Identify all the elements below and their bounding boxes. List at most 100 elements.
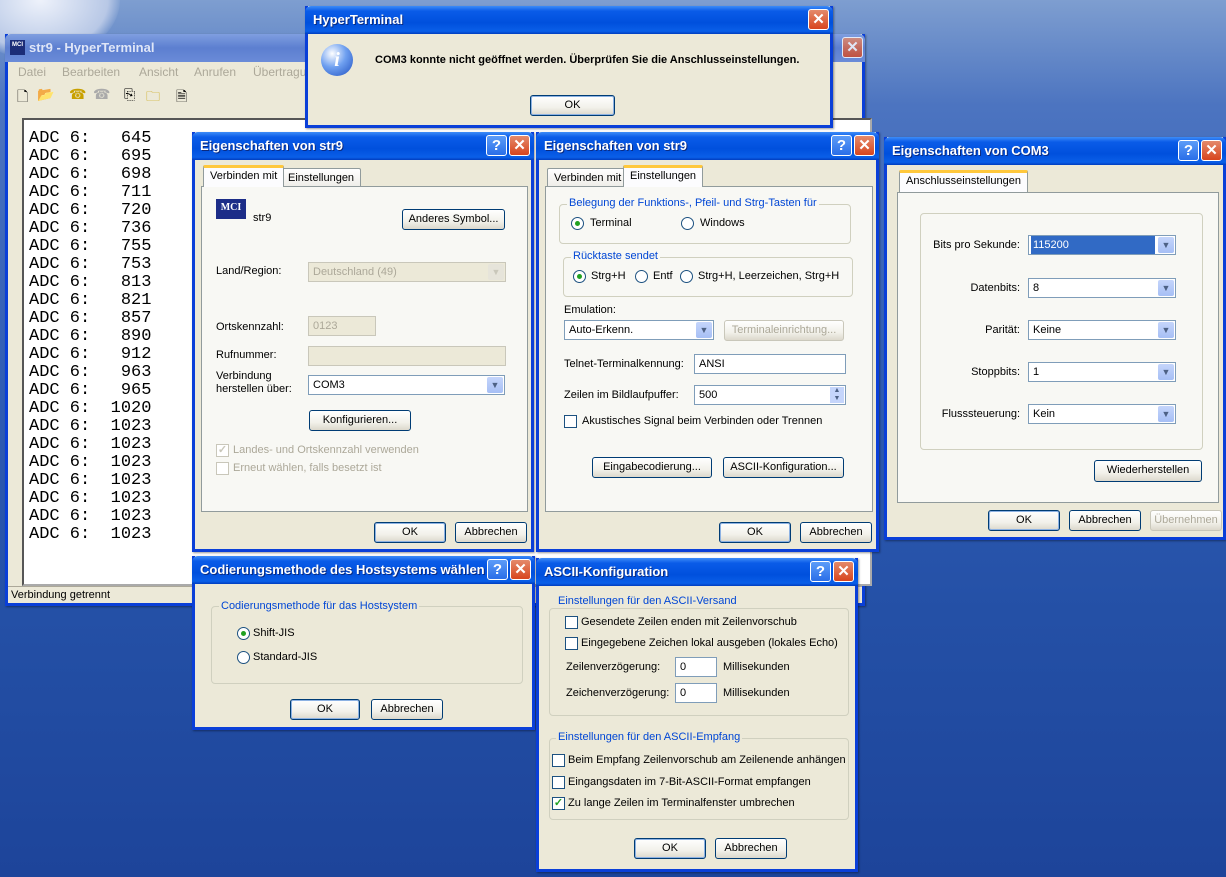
props2-title-bar[interactable]: Eigenschaften von str9? ✕ bbox=[536, 132, 879, 160]
menu-anrufen[interactable]: Anrufen bbox=[194, 65, 236, 79]
shift-jis-radio[interactable] bbox=[237, 627, 250, 640]
send-lf-checkbox[interactable] bbox=[565, 616, 578, 629]
cancel-button[interactable]: Abbrechen bbox=[1069, 510, 1141, 531]
input-encoding-button[interactable]: Eingabecodierung... bbox=[592, 457, 712, 478]
keys-windows-label: Windows bbox=[700, 217, 745, 229]
new-icon[interactable]: 🗋 bbox=[17, 86, 28, 110]
terminal-line: ADC 6: 698 bbox=[29, 165, 152, 184]
tab-verbinden-mit[interactable]: Verbinden mit bbox=[203, 165, 285, 187]
send-icon[interactable]: ⎘ bbox=[124, 86, 135, 103]
terminal-line: ADC 6: 1023 bbox=[29, 471, 152, 490]
wrap-lines-checkbox[interactable]: ✓ bbox=[552, 797, 565, 810]
error-title-bar[interactable]: HyperTerminal ✕ bbox=[305, 6, 833, 34]
ok-button[interactable]: OK bbox=[290, 699, 360, 720]
connect-icon[interactable]: ☎ bbox=[69, 86, 86, 103]
seven-bit-label: Eingangsdaten im 7-Bit-ASCII-Format empf… bbox=[568, 776, 811, 788]
properties-connect-dialog: Eigenschaften von str9? ✕ Verbinden mit E… bbox=[192, 132, 534, 552]
cancel-button[interactable]: Abbrechen bbox=[455, 522, 527, 543]
backspace-combo-label: Strg+H, Leerzeichen, Strg+H bbox=[698, 270, 840, 282]
cancel-button[interactable]: Abbrechen bbox=[800, 522, 872, 543]
keys-terminal-radio[interactable] bbox=[571, 217, 584, 230]
redial-checkbox[interactable] bbox=[216, 462, 229, 475]
restore-defaults-button[interactable]: Wiederherstellen bbox=[1094, 460, 1202, 482]
chevron-down-icon: ▼ bbox=[1158, 406, 1174, 422]
help-button[interactable]: ? bbox=[1178, 140, 1199, 161]
connection-icon: MCI bbox=[216, 199, 246, 219]
close-button[interactable]: ✕ bbox=[854, 135, 875, 156]
echo-checkbox[interactable] bbox=[565, 637, 578, 650]
backspace-combo-radio[interactable] bbox=[680, 270, 693, 283]
encoding-title-bar[interactable]: Codierungsmethode des Hostsystems wählen… bbox=[192, 556, 535, 584]
telnet-input[interactable]: ANSI bbox=[694, 354, 846, 374]
help-button[interactable]: ? bbox=[486, 135, 507, 156]
cancel-button[interactable]: Abbrechen bbox=[715, 838, 787, 859]
main-close-button[interactable]: ✕ bbox=[842, 37, 863, 58]
close-button[interactable]: ✕ bbox=[510, 559, 531, 580]
backspace-del-radio[interactable] bbox=[635, 270, 648, 283]
char-delay-input[interactable]: 0 bbox=[675, 683, 717, 703]
port-setting-select[interactable]: Kein ▼ bbox=[1028, 404, 1176, 424]
area-code-input[interactable]: 0123 bbox=[308, 316, 376, 336]
emulation-value: Auto-Erkenn. bbox=[569, 324, 634, 336]
keys-windows-radio[interactable] bbox=[681, 217, 694, 230]
disconnect-icon[interactable]: ☎ bbox=[93, 86, 110, 103]
apply-button[interactable]: Übernehmen bbox=[1150, 510, 1222, 531]
change-icon-button[interactable]: Anderes Symbol... bbox=[402, 209, 505, 230]
phone-label: Rufnummer: bbox=[216, 349, 277, 361]
menu-bearbeiten[interactable]: Bearbeiten bbox=[62, 65, 120, 79]
open-icon[interactable]: 📂 bbox=[37, 86, 54, 103]
recv-lf-checkbox[interactable] bbox=[552, 754, 565, 767]
buffer-spinner[interactable]: 500 ▲ ▼ bbox=[694, 385, 846, 405]
tab-port-settings[interactable]: Anschlusseinstellungen bbox=[899, 170, 1028, 192]
ascii-title-bar[interactable]: ASCII-Konfiguration? ✕ bbox=[536, 558, 858, 586]
terminal-line: ADC 6: 912 bbox=[29, 345, 152, 364]
emulation-select[interactable]: Auto-Erkenn. ▼ bbox=[564, 320, 714, 340]
props1-title-bar[interactable]: Eigenschaften von str9? ✕ bbox=[192, 132, 534, 160]
backspace-ctrlh-radio[interactable] bbox=[573, 270, 586, 283]
buffer-label: Zeilen im Bildlaufpuffer: bbox=[564, 389, 679, 401]
ok-button[interactable]: OK bbox=[988, 510, 1060, 531]
terminal-line: ADC 6: 1023 bbox=[29, 417, 152, 436]
cancel-button[interactable]: Abbrechen bbox=[371, 699, 443, 720]
area-code-label: Ortskennzahl: bbox=[216, 321, 284, 333]
close-button[interactable]: ✕ bbox=[808, 9, 829, 30]
phone-input[interactable] bbox=[308, 346, 506, 366]
info-icon: i bbox=[321, 44, 353, 76]
chevron-down-icon: ▼ bbox=[1158, 322, 1174, 338]
receive-icon[interactable]: 🗀 bbox=[146, 86, 160, 110]
beep-checkbox[interactable] bbox=[564, 415, 577, 428]
configure-button[interactable]: Konfigurieren... bbox=[309, 410, 411, 431]
terminal-setup-button[interactable]: Terminaleinrichtung... bbox=[724, 320, 844, 341]
backspace-del-label: Entf bbox=[653, 270, 673, 282]
ok-button[interactable]: OK bbox=[634, 838, 706, 859]
line-delay-label: Zeilenverzögerung: bbox=[566, 661, 661, 673]
close-button[interactable]: ✕ bbox=[1201, 140, 1222, 161]
seven-bit-checkbox[interactable] bbox=[552, 776, 565, 789]
ok-button[interactable]: OK bbox=[719, 522, 791, 543]
menu-ansicht[interactable]: Ansicht bbox=[139, 65, 178, 79]
standard-jis-radio[interactable] bbox=[237, 651, 250, 664]
connect-via-select[interactable]: COM3 ▼ bbox=[308, 375, 505, 395]
spinner-arrows-icon[interactable]: ▲ ▼ bbox=[830, 387, 844, 403]
port-setting-select[interactable]: 1 ▼ bbox=[1028, 362, 1176, 382]
ok-button[interactable]: OK bbox=[530, 95, 615, 116]
help-button[interactable]: ? bbox=[487, 559, 508, 580]
help-button[interactable]: ? bbox=[810, 561, 831, 582]
port-setting-select[interactable]: Keine ▼ bbox=[1028, 320, 1176, 340]
port-setting-select[interactable]: 115200 ▼ bbox=[1028, 235, 1176, 255]
port-setting-select[interactable]: 8 ▼ bbox=[1028, 278, 1176, 298]
tab-einstellungen[interactable]: Einstellungen bbox=[623, 165, 704, 187]
menu-datei[interactable]: Datei bbox=[18, 65, 46, 79]
properties-icon[interactable]: 🗎 bbox=[176, 86, 187, 110]
close-button[interactable]: ✕ bbox=[833, 561, 854, 582]
com3-title-bar[interactable]: Eigenschaften von COM3? ✕ bbox=[884, 137, 1226, 165]
close-button[interactable]: ✕ bbox=[509, 135, 530, 156]
help-button[interactable]: ? bbox=[831, 135, 852, 156]
line-delay-input[interactable]: 0 bbox=[675, 657, 717, 677]
ascii-setup-button[interactable]: ASCII-Konfiguration... bbox=[723, 457, 844, 478]
use-codes-checkbox[interactable]: ✓ bbox=[216, 444, 229, 457]
ok-button[interactable]: OK bbox=[374, 522, 446, 543]
country-select[interactable]: Deutschland (49) ▼ bbox=[308, 262, 506, 282]
beep-label: Akustisches Signal beim Verbinden oder T… bbox=[582, 415, 823, 427]
keys-group-label: Belegung der Funktions-, Pfeil- und Strg… bbox=[567, 197, 819, 209]
